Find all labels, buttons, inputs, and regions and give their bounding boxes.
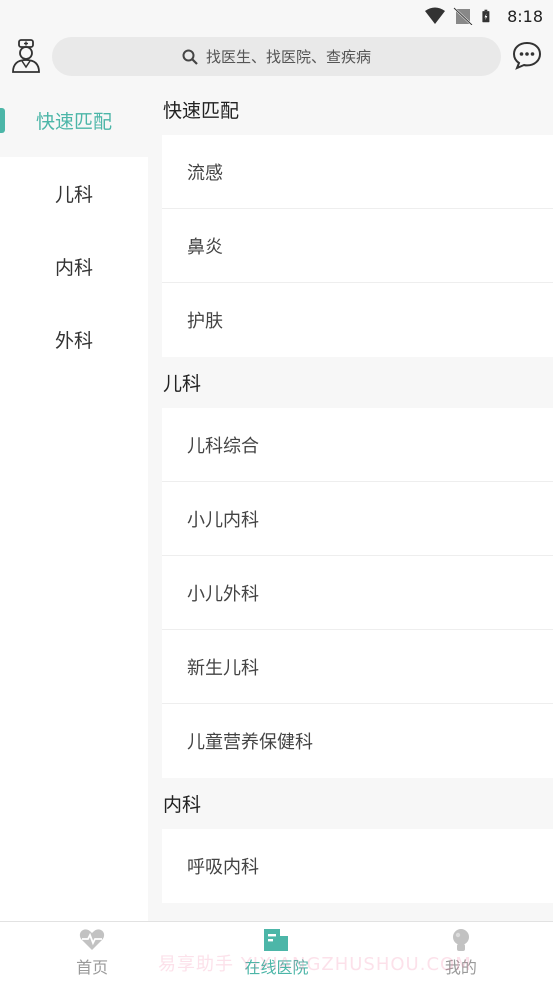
sidebar-item-label: 内科	[54, 257, 93, 279]
sidebar-item-internal-medicine[interactable]: 内科	[0, 230, 148, 303]
section-title: 快速匹配	[163, 100, 240, 122]
top-bar: 找医生、找医院、查疾病	[0, 32, 553, 84]
message-icon[interactable]	[512, 40, 542, 70]
hospital-card-icon	[264, 928, 289, 951]
section-items: 儿科综合 小儿内科 小儿外科 新生儿科 儿童营养保健科	[162, 408, 553, 778]
search-input[interactable]: 找医生、找医院、查疾病	[52, 37, 501, 76]
search-placeholder: 找医生、找医院、查疾病	[205, 48, 371, 66]
app-screen: 8:18 找医生、找医院、查疾病 快速匹配 儿科 内科 外科 快速匹配 流感 鼻…	[0, 0, 553, 983]
tab-label: 在线医院	[244, 957, 309, 977]
tab-mine[interactable]: 我的	[369, 922, 553, 983]
no-signal-icon	[453, 7, 473, 25]
section-items: 呼吸内科	[162, 829, 553, 903]
battery-charging-icon	[482, 9, 490, 23]
profile-icon	[452, 928, 469, 951]
sidebar-empty-area	[0, 376, 148, 921]
list-item[interactable]: 儿科综合	[162, 408, 553, 482]
tab-label: 我的	[444, 957, 477, 977]
department-list[interactable]: 快速匹配 流感 鼻炎 护肤 儿科 儿科综合 小儿内科 小儿外科 新生儿科 儿童营…	[148, 84, 553, 921]
list-item[interactable]: 儿童营养保健科	[162, 704, 553, 778]
section-items: 流感 鼻炎 护肤	[162, 135, 553, 357]
tab-home[interactable]: 首页	[0, 922, 184, 983]
wifi-icon	[425, 7, 446, 24]
sidebar-item-quick-match[interactable]: 快速匹配	[0, 84, 148, 157]
search-icon	[182, 49, 198, 65]
tab-label: 首页	[76, 957, 109, 977]
list-item[interactable]: 护肤	[162, 283, 553, 357]
doctor-icon[interactable]	[10, 38, 42, 74]
list-item[interactable]: 鼻炎	[162, 209, 553, 283]
sidebar-item-surgery[interactable]: 外科	[0, 303, 148, 376]
status-time: 8:18	[507, 6, 543, 26]
sidebar-item-label: 快速匹配	[35, 111, 112, 133]
list-item[interactable]: 流感	[162, 135, 553, 209]
bottom-tab-bar: 首页 在线医院 我的	[0, 921, 553, 983]
section-title: 儿科	[163, 373, 202, 395]
category-sidebar: 快速匹配 儿科 内科 外科	[0, 84, 148, 921]
sidebar-item-label: 儿科	[54, 184, 93, 206]
list-item[interactable]: 小儿内科	[162, 482, 553, 556]
list-item[interactable]: 新生儿科	[162, 630, 553, 704]
sidebar-item-pediatrics[interactable]: 儿科	[0, 157, 148, 230]
sidebar-item-label: 外科	[54, 330, 93, 352]
heart-pulse-icon	[80, 928, 105, 950]
tab-online-hospital[interactable]: 在线医院	[184, 922, 368, 983]
list-item[interactable]: 小儿外科	[162, 556, 553, 630]
list-item[interactable]: 呼吸内科	[162, 829, 553, 903]
status-bar: 8:18	[0, 0, 553, 32]
section-title: 内科	[163, 794, 202, 816]
